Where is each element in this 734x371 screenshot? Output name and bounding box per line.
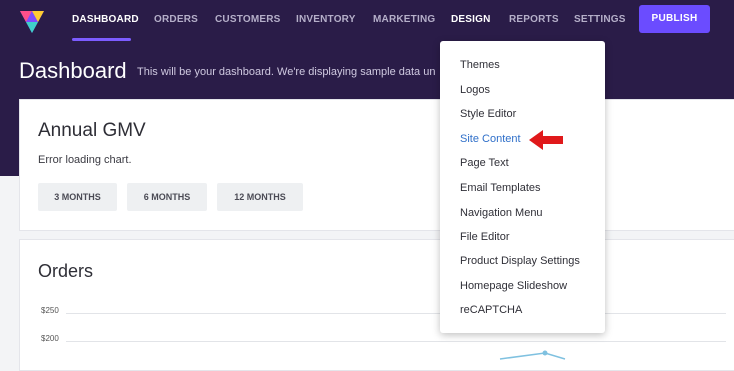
nav-orders[interactable]: Orders (154, 14, 198, 25)
range-12-months-button[interactable]: 12 Months (217, 183, 303, 211)
nav-inventory[interactable]: Inventory (296, 14, 356, 25)
menu-item-recaptcha[interactable]: reCAPTCHA (460, 304, 522, 316)
nav-design[interactable]: Design (451, 14, 491, 25)
active-nav-indicator (72, 38, 131, 41)
annual-gmv-card: Annual GMV Error loading chart. 3 Months… (19, 99, 734, 231)
orders-title: Orders (38, 261, 94, 281)
menu-item-logos[interactable]: Logos (460, 84, 490, 96)
nav-marketing[interactable]: Marketing (373, 14, 435, 25)
orders-series-line (499, 350, 566, 360)
nav-settings[interactable]: Settings (574, 14, 626, 25)
page-title: Dashboard (19, 58, 127, 83)
publish-button[interactable]: Publish (639, 5, 710, 33)
gmv-title: Annual GMV (38, 120, 146, 141)
nav-dashboard[interactable]: Dashboard (72, 14, 139, 25)
nav-reports[interactable]: Reports (509, 14, 559, 25)
top-nav: Dashboard Orders Customers Inventory Mar… (0, 0, 734, 42)
menu-item-homepage-slideshow[interactable]: Homepage Slideshow (460, 280, 567, 292)
menu-item-style-editor[interactable]: Style Editor (460, 108, 516, 120)
menu-item-page-text[interactable]: Page Text (460, 157, 509, 169)
chart-error-message: Error loading chart. (38, 154, 132, 166)
range-6-months-button[interactable]: 6 Months (127, 183, 207, 211)
orders-card: Orders $250 $200 (19, 239, 734, 371)
logo-icon[interactable] (18, 7, 46, 35)
nav-customers[interactable]: Customers (215, 14, 281, 25)
menu-item-site-content[interactable]: Site Content (460, 133, 521, 145)
menu-item-navigation-menu[interactable]: Navigation Menu (460, 207, 543, 219)
gridline (66, 341, 726, 342)
annotation-arrow-icon (529, 130, 563, 150)
y-tick-label: $200 (41, 334, 59, 343)
range-3-months-button[interactable]: 3 Months (38, 183, 117, 211)
y-tick-label: $250 (41, 306, 59, 315)
menu-item-email-templates[interactable]: Email Templates (460, 182, 541, 194)
gridline (66, 313, 726, 314)
menu-item-themes[interactable]: Themes (460, 59, 500, 71)
design-dropdown-menu: Themes Logos Style Editor Site Content P… (440, 41, 605, 333)
menu-item-product-display-settings[interactable]: Product Display Settings (460, 255, 580, 267)
page-subtitle: This will be your dashboard. We're displ… (137, 66, 436, 78)
menu-item-file-editor[interactable]: File Editor (460, 231, 510, 243)
